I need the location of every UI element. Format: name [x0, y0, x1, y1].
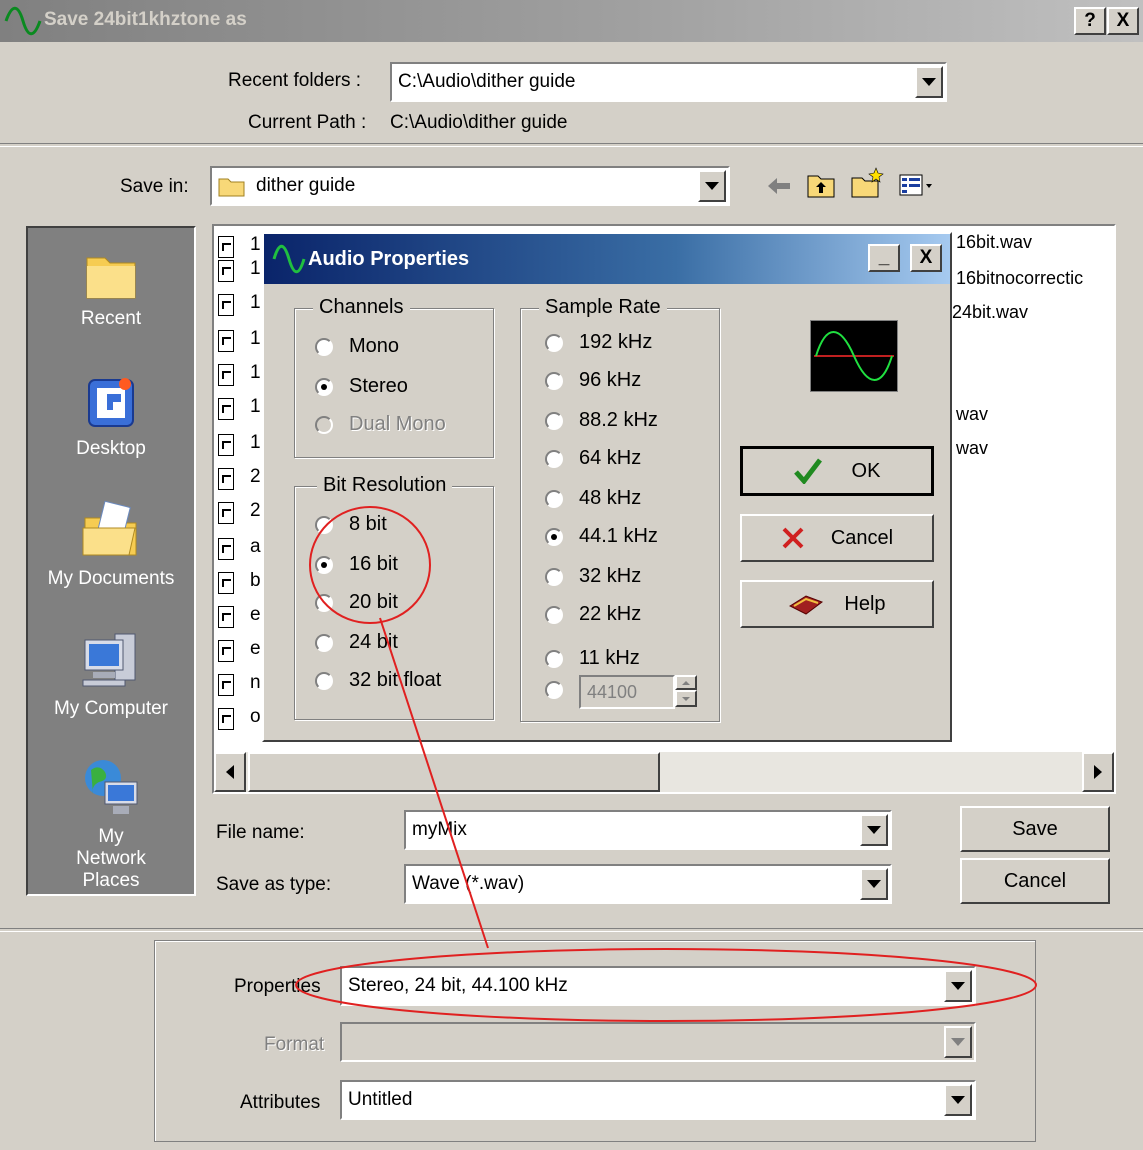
save-as-dialog: Save 24bit1khztone as ? X Recent folders…: [0, 0, 1143, 1150]
annotation-arrow-line: [379, 617, 489, 949]
annotation-ellipse-16bit: [309, 506, 431, 624]
annotation-overlay: [295, 506, 1037, 1022]
annotation-ellipse-properties: [295, 948, 1037, 1022]
